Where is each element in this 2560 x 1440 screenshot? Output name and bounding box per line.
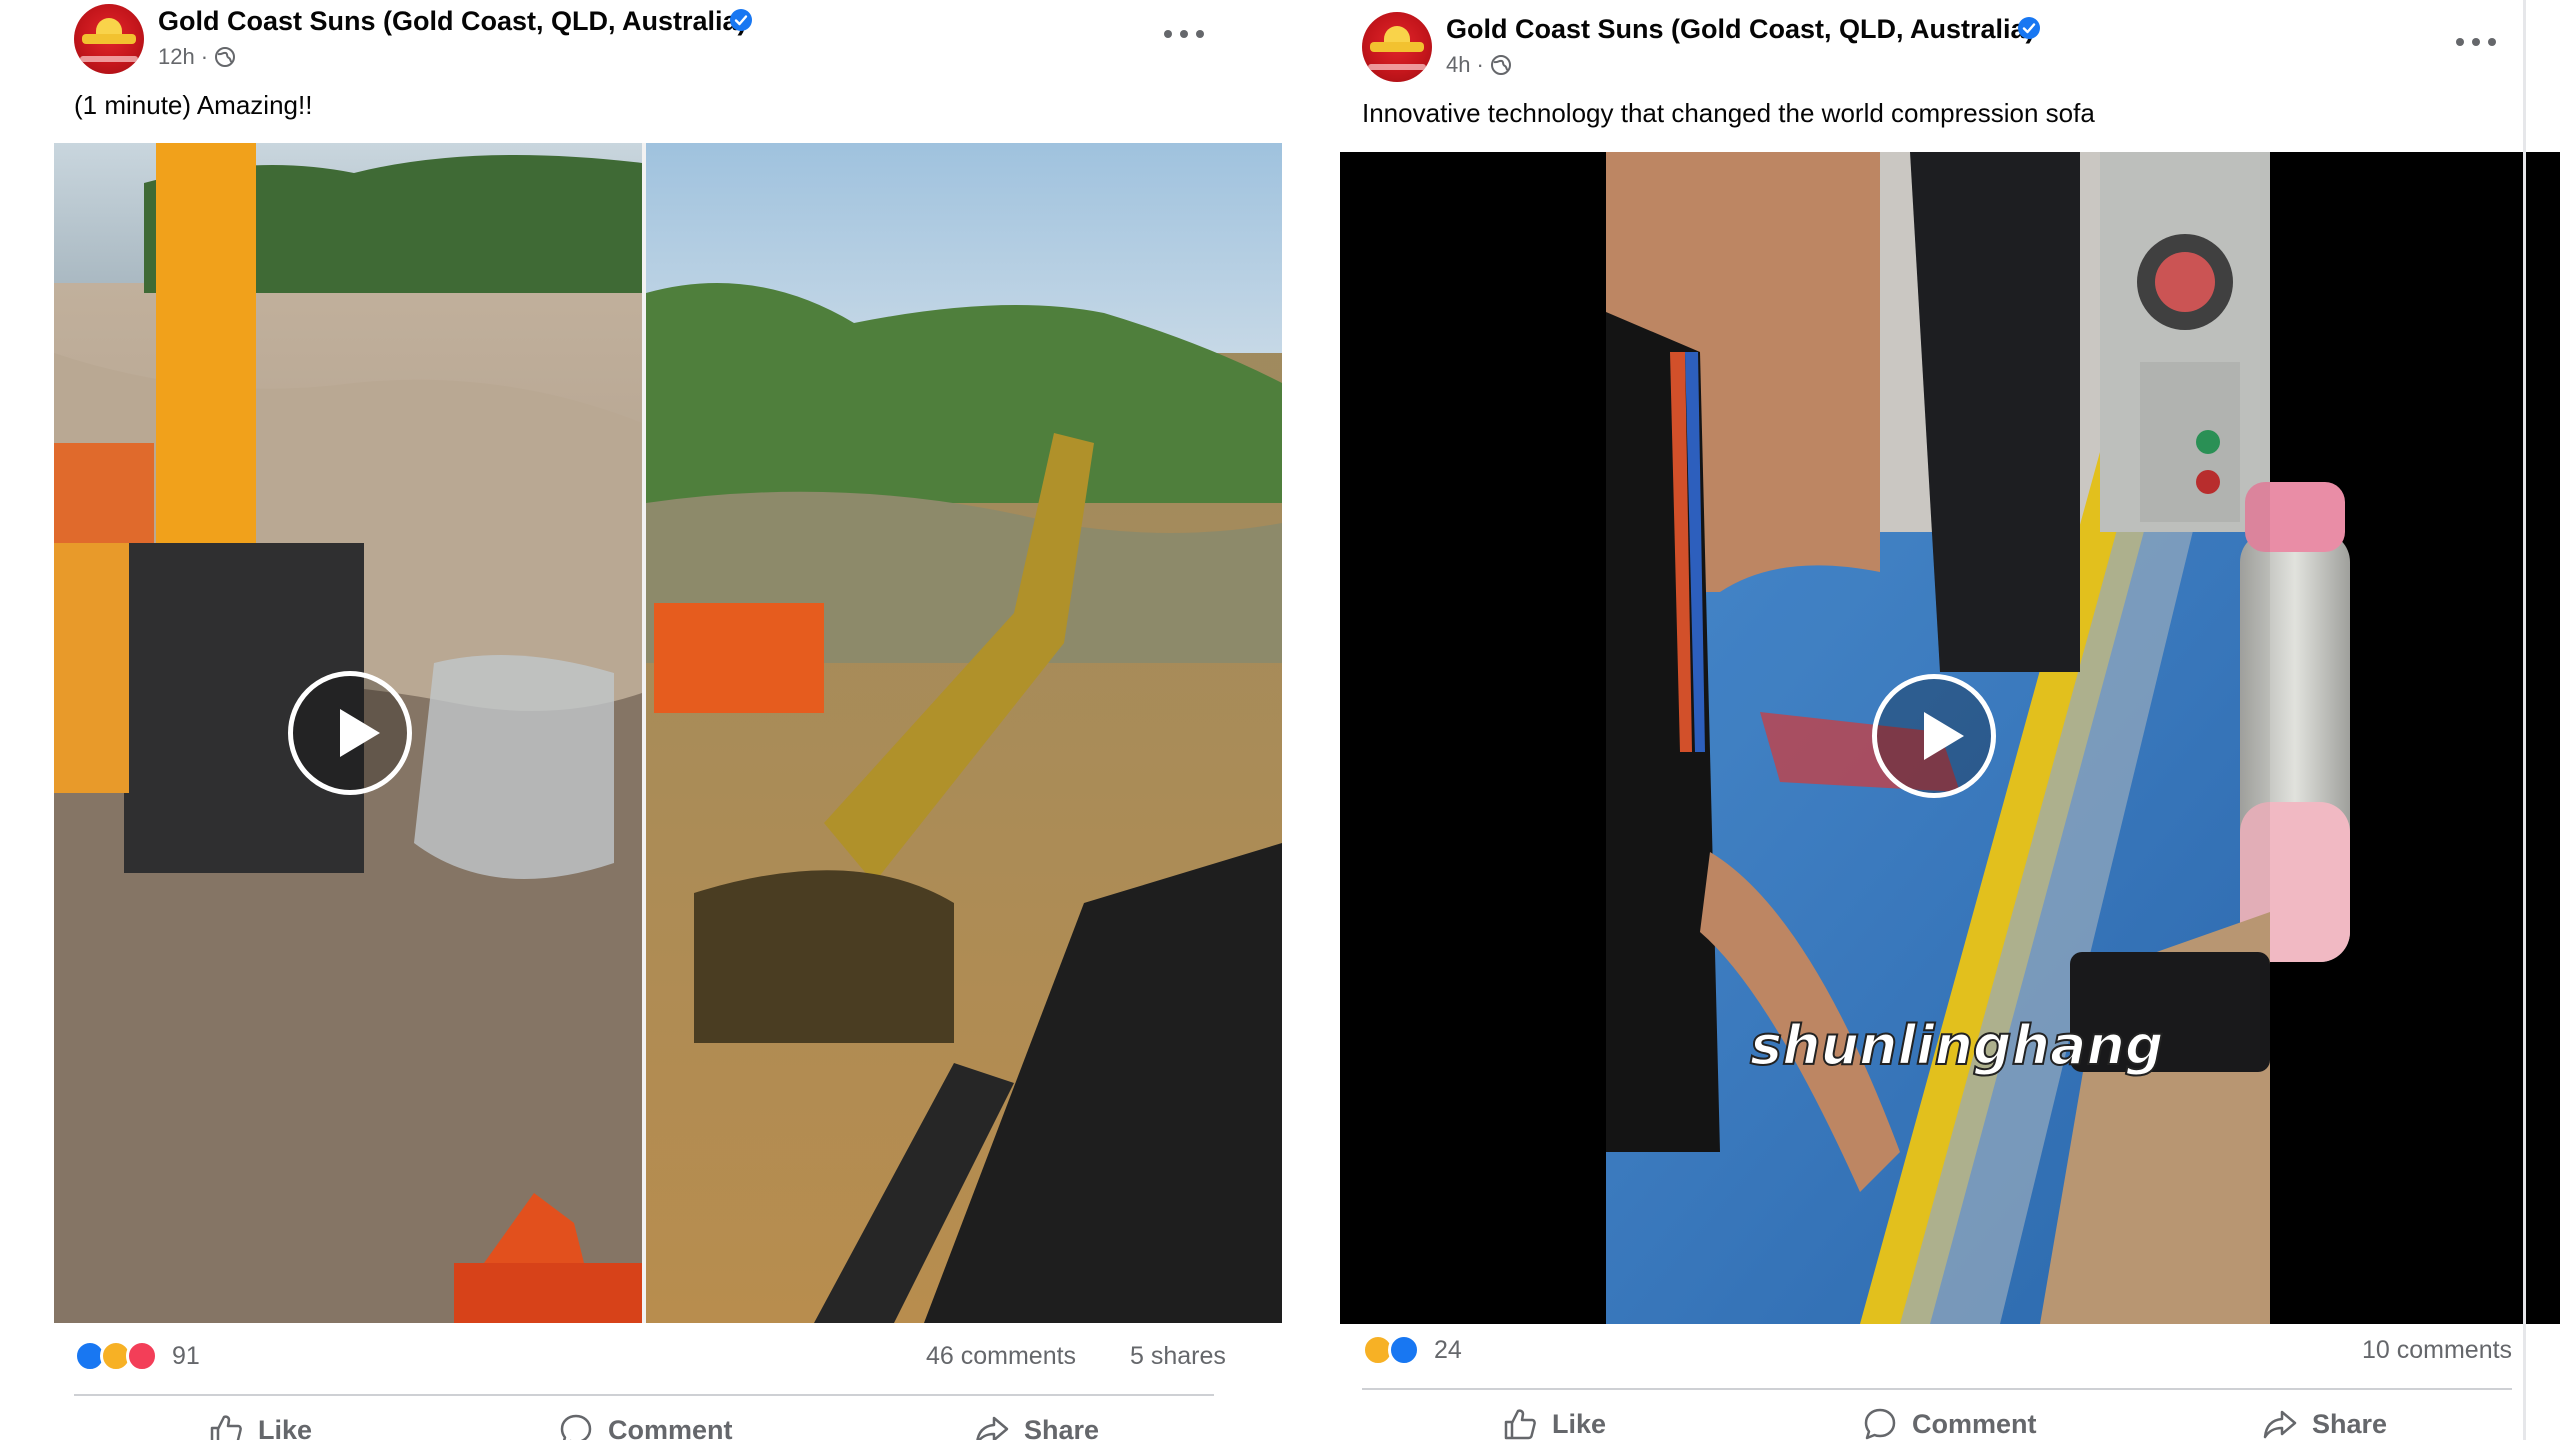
video-player[interactable] <box>54 143 1282 1323</box>
like-label: Like <box>258 1414 313 1440</box>
like-label: Like <box>1552 1408 1607 1439</box>
meta-separator: · <box>200 44 209 69</box>
share-icon <box>2263 1410 2297 1439</box>
comment-icon <box>560 1414 592 1440</box>
globe-icon <box>215 47 236 67</box>
video-thumbnail <box>54 143 1282 1323</box>
love-reaction-icon <box>126 1340 158 1372</box>
page-name-link[interactable]: Gold Coast Suns (Gold Coast, QLD, Austra… <box>158 6 747 37</box>
post-meta: 4h · <box>1446 52 1512 78</box>
engagement-bar: 91 46 comments 5 shares <box>74 1340 1226 1380</box>
meta-separator: · <box>1476 52 1484 77</box>
share-icon <box>976 1416 1009 1440</box>
video-overlay-text: shunlinghang <box>1749 1013 2165 1078</box>
verified-badge-icon <box>2018 17 2040 39</box>
comment-button[interactable]: Comment <box>558 1400 733 1440</box>
action-bar: Like Comment Share <box>74 1400 1214 1440</box>
play-button-icon[interactable] <box>1872 674 1996 798</box>
post-card: Gold Coast Suns (Gold Coast, QLD, Austra… <box>1322 0 2560 1440</box>
page-name-link[interactable]: Gold Coast Suns (Gold Coast, QLD, Austra… <box>1446 14 2035 45</box>
like-button[interactable]: Like <box>208 1400 312 1440</box>
post-card: Gold Coast Suns (Gold Coast, QLD, Austra… <box>0 0 1282 1440</box>
post-caption: Innovative technology that changed the w… <box>1362 98 2095 128</box>
globe-icon <box>1490 55 1511 75</box>
comments-count-link[interactable]: 10 comments <box>2362 1336 2512 1365</box>
comment-label: Comment <box>608 1414 733 1440</box>
comment-button[interactable]: Comment <box>1862 1394 2037 1440</box>
more-options-icon[interactable] <box>2456 30 2496 54</box>
comment-label: Comment <box>1912 1408 2037 1439</box>
comment-icon <box>1864 1408 1896 1440</box>
reaction-summary[interactable]: 91 <box>74 1340 200 1372</box>
divider <box>1362 1388 2512 1390</box>
reaction-count: 91 <box>172 1341 200 1370</box>
feed-divider <box>2523 0 2526 1440</box>
thumbs-up-icon <box>210 1415 242 1440</box>
post-timestamp[interactable]: 12h <box>158 44 195 70</box>
share-button[interactable]: Share <box>974 1400 1099 1440</box>
verified-badge-icon <box>730 9 752 31</box>
post-caption: (1 minute) Amazing!! <box>74 90 313 120</box>
action-bar: Like Comment Share <box>1362 1394 2512 1440</box>
like-reaction-icon <box>1388 1334 1420 1366</box>
play-button-icon[interactable] <box>288 671 412 795</box>
more-options-icon[interactable] <box>1164 22 1204 46</box>
page-avatar[interactable] <box>1362 12 1432 82</box>
reaction-summary[interactable]: 24 <box>1362 1334 1462 1366</box>
like-button[interactable]: Like <box>1502 1394 1606 1440</box>
comments-count-link[interactable]: 46 comments <box>926 1342 1076 1371</box>
divider <box>74 1394 1214 1396</box>
share-label: Share <box>2312 1408 2388 1439</box>
engagement-bar: 24 10 comments <box>1362 1334 2512 1374</box>
video-player[interactable]: shunlinghang <box>1340 152 2560 1324</box>
thumbs-up-icon <box>1504 1409 1536 1440</box>
share-button[interactable]: Share <box>2262 1394 2387 1440</box>
post-meta: 12h · <box>158 44 236 70</box>
page-avatar[interactable] <box>74 4 144 74</box>
post-timestamp[interactable]: 4h <box>1446 52 1470 78</box>
reaction-count: 24 <box>1434 1335 1462 1364</box>
shares-count-link[interactable]: 5 shares <box>1130 1342 1226 1371</box>
share-label: Share <box>1024 1414 1100 1440</box>
